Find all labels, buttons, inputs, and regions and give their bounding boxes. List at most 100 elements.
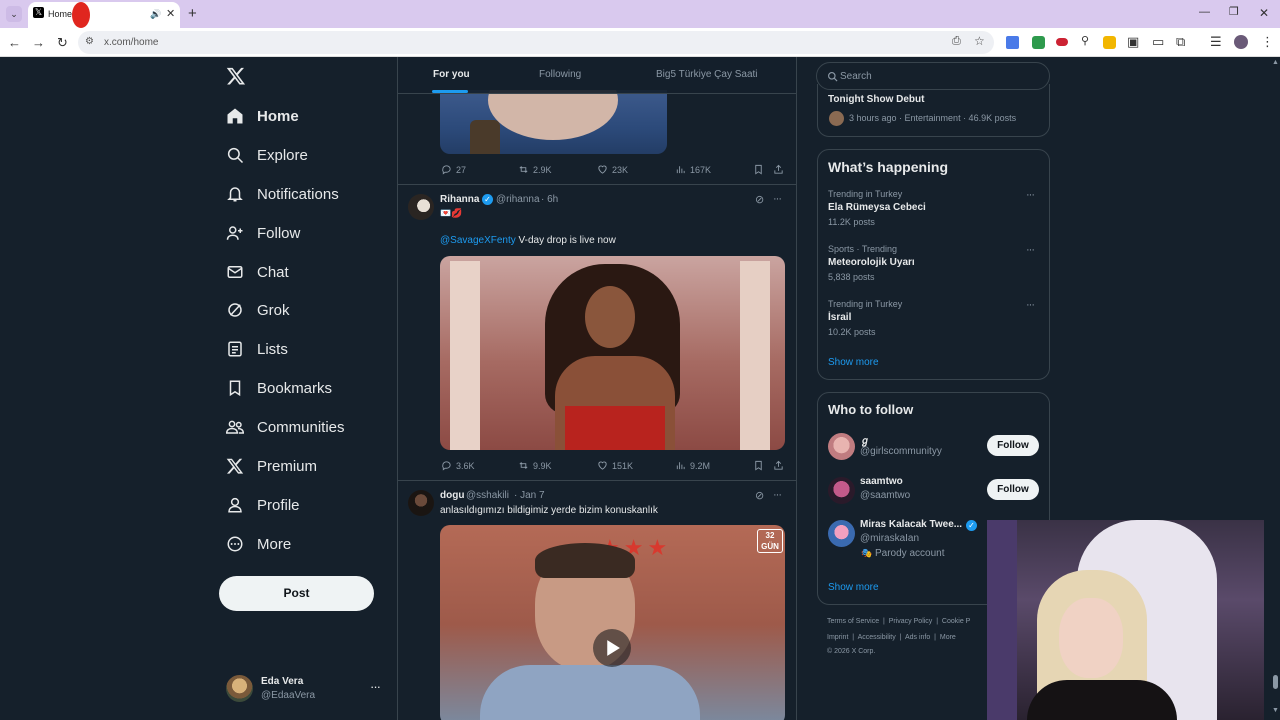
back-icon[interactable]: ←: [8, 36, 21, 49]
extension-icon[interactable]: ⚲: [1081, 36, 1089, 47]
tab-following[interactable]: Following: [539, 69, 581, 80]
views-button[interactable]: 9.2M: [675, 460, 710, 471]
nav-chat[interactable]: Chat: [226, 259, 289, 285]
nav-explore[interactable]: Explore: [226, 142, 308, 168]
restore-icon[interactable]: ❐: [1229, 7, 1239, 18]
extension-box-icon[interactable]: ▣: [1127, 35, 1139, 48]
x-logo-icon[interactable]: [226, 66, 246, 86]
footer-link[interactable]: Cookie P: [942, 618, 970, 625]
post-image[interactable]: [440, 90, 667, 154]
nav-follow[interactable]: Follow: [226, 220, 300, 246]
more-dots-icon[interactable]: ···: [1026, 299, 1035, 311]
nav-notifications[interactable]: Notifications: [226, 181, 339, 207]
trend-item[interactable]: Trending in Turkey Ela Rümeysa Cebeci 11…: [818, 188, 1049, 234]
nav-profile[interactable]: Profile: [226, 492, 300, 518]
trend-title[interactable]: Tonight Show Debut: [828, 94, 924, 105]
page-scrollbar[interactable]: ▲ ▼: [1270, 57, 1280, 720]
extension-yellow-icon[interactable]: [1103, 36, 1116, 49]
url-text[interactable]: x.com/home: [104, 37, 158, 48]
reply-button[interactable]: 3.6K: [441, 460, 475, 471]
translate-extension-icon[interactable]: [1006, 36, 1019, 49]
like-button[interactable]: 23K: [597, 164, 628, 175]
tab-search-icon[interactable]: ⌄: [6, 6, 22, 22]
tab-for-you[interactable]: For you: [433, 69, 470, 80]
footer-link[interactable]: Terms of Service: [827, 618, 879, 625]
author-name[interactable]: dogu: [440, 490, 464, 501]
follow-button[interactable]: Follow: [987, 435, 1039, 456]
more-dots-icon[interactable]: ···: [1026, 189, 1035, 201]
post-button[interactable]: Post: [219, 576, 374, 611]
nav-grok[interactable]: Grok: [226, 297, 290, 323]
search-box[interactable]: Search: [816, 62, 1050, 90]
like-button[interactable]: 151K: [597, 460, 633, 471]
extension-green-icon[interactable]: [1032, 36, 1045, 49]
scroll-up-icon[interactable]: ▲: [1272, 59, 1279, 66]
footer-link[interactable]: Ads info: [905, 634, 930, 641]
author-handle[interactable]: @sshakili: [466, 490, 509, 501]
nav-communities[interactable]: Communities: [226, 414, 345, 440]
bookmark-button[interactable]: [753, 164, 768, 175]
extension-screen-icon[interactable]: ▭: [1152, 35, 1164, 48]
close-window-icon[interactable]: ✕: [1259, 7, 1269, 19]
more-dots-icon[interactable]: ···: [1026, 244, 1035, 256]
profile-avatar-icon[interactable]: [1234, 35, 1248, 49]
post-dogu[interactable]: dogu @sshakili · Jan 7 ⊘ ··· anlasıldıgı…: [398, 481, 796, 720]
share-button[interactable]: [773, 164, 788, 175]
play-button-icon[interactable]: [593, 629, 631, 667]
mention-link[interactable]: @SavageXFenty: [440, 235, 516, 246]
extensions-puzzle-icon[interactable]: ⧉: [1176, 35, 1185, 48]
avatar[interactable]: [408, 490, 434, 516]
nav-home[interactable]: Home: [226, 103, 299, 129]
author-handle[interactable]: @rihanna: [496, 194, 540, 205]
follow-suggestion[interactable]: saamtwo @saamtwo Follow: [818, 475, 1049, 509]
browser-menu-icon[interactable]: ⋮: [1261, 35, 1274, 48]
more-dots-icon[interactable]: ···: [773, 193, 782, 205]
scrollbar-thumb[interactable]: [1273, 675, 1278, 689]
top-trend-card[interactable]: Tonight Show Debut 3 hours ago · Enterta…: [817, 84, 1050, 137]
bookmark-star-icon[interactable]: ☆: [974, 34, 985, 48]
trend-item[interactable]: Trending in Turkey İsrail 10.2K posts ··…: [818, 298, 1049, 344]
account-switcher[interactable]: Eda Vera @EdaaVera ···: [226, 674, 386, 704]
grok-icon[interactable]: ⊘: [755, 489, 764, 502]
footer-link[interactable]: Imprint: [827, 634, 848, 641]
new-tab-icon[interactable]: +: [188, 6, 197, 21]
avatar[interactable]: [408, 194, 434, 220]
follow-button[interactable]: Follow: [987, 479, 1039, 500]
nav-bookmarks[interactable]: Bookmarks: [226, 375, 332, 401]
nav-more[interactable]: More: [226, 531, 291, 557]
browser-tab-home[interactable]: 𝕏 Home 🔊 ✕: [28, 2, 180, 28]
nav-lists[interactable]: Lists: [226, 336, 288, 362]
reading-list-icon[interactable]: ☰: [1210, 35, 1222, 48]
omnibox[interactable]: ⚙ x.com/home ⎙ ☆: [78, 31, 994, 54]
minimize-icon[interactable]: —: [1199, 7, 1210, 18]
reply-button[interactable]: 27: [441, 164, 466, 175]
more-dots-icon[interactable]: ···: [773, 489, 782, 501]
tab-big5[interactable]: Big5 Türkiye Çay Saati: [656, 69, 758, 80]
views-button[interactable]: 167K: [675, 164, 711, 175]
close-tab-icon[interactable]: ✕: [166, 7, 175, 20]
post-time[interactable]: · 6h: [541, 194, 558, 205]
grok-icon[interactable]: ⊘: [755, 193, 764, 206]
repost-button[interactable]: 2.9K: [518, 164, 552, 175]
post-video[interactable]: ★★★ 32 GÜN: [440, 525, 785, 720]
footer-link[interactable]: More: [940, 634, 956, 641]
show-more-link[interactable]: Show more: [828, 357, 879, 368]
install-icon[interactable]: ⎙: [952, 35, 961, 48]
post-rihanna[interactable]: Rihanna ✓ @rihanna · 6h ⊘ ··· 💌💋 @Savage…: [398, 185, 796, 480]
show-more-link[interactable]: Show more: [828, 582, 879, 593]
footer-link[interactable]: Accessibility: [858, 634, 896, 641]
bookmark-button[interactable]: [753, 460, 768, 471]
follow-suggestion[interactable]: ℊ @girlscommunityy Follow: [818, 431, 1049, 465]
author-name[interactable]: Rihanna: [440, 194, 479, 205]
scroll-down-icon[interactable]: ▼: [1272, 707, 1279, 714]
trend-item[interactable]: Sports · Trending Meteorolojik Uyarı 5,8…: [818, 243, 1049, 289]
site-info-icon[interactable]: ⚙: [85, 36, 94, 47]
post-image[interactable]: [440, 256, 785, 450]
post-time[interactable]: · Jan 7: [514, 490, 545, 501]
speaker-icon[interactable]: 🔊: [150, 9, 161, 20]
forward-icon[interactable]: →: [32, 36, 45, 49]
footer-link[interactable]: Privacy Policy: [889, 618, 933, 625]
share-button[interactable]: [773, 460, 788, 471]
repost-button[interactable]: 9.9K: [518, 460, 552, 471]
more-dots-icon[interactable]: ···: [370, 679, 381, 694]
